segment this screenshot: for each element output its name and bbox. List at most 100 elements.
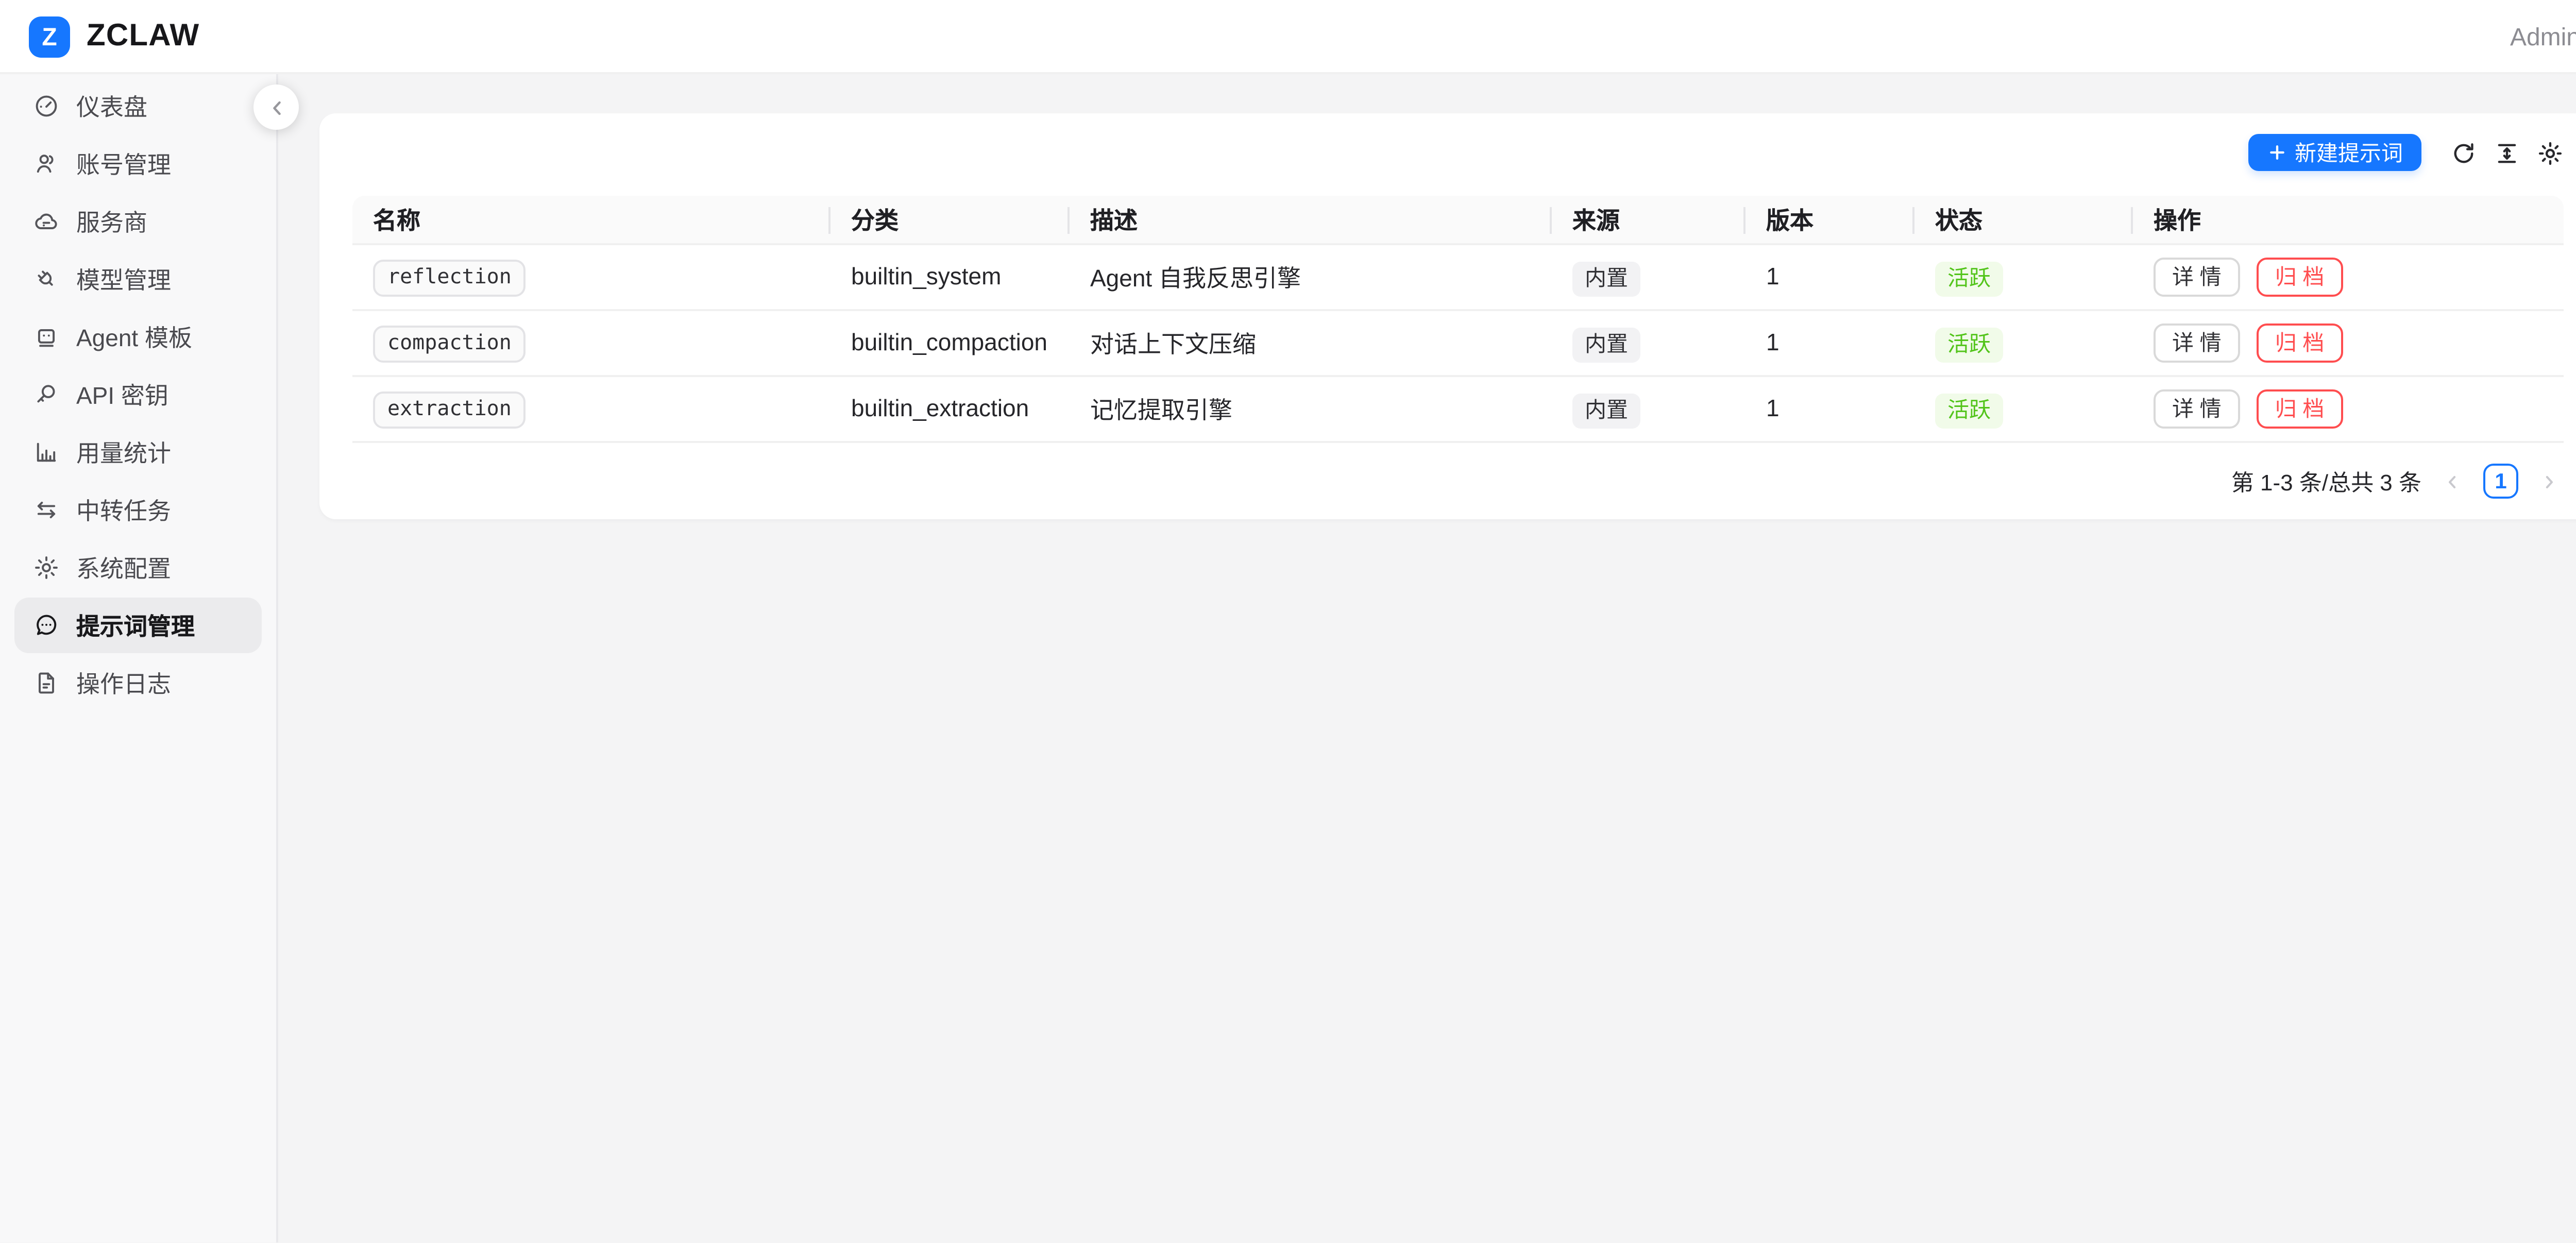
sidebar-item-label: 提示词管理: [76, 609, 195, 642]
sidebar-item-label: 服务商: [76, 205, 147, 238]
pagination-page-1[interactable]: 1: [2483, 464, 2518, 499]
sidebar-item-label: 账号管理: [76, 147, 171, 180]
table-header-row: 名称 分类 描述 来源 版本 状态 操作: [352, 196, 2564, 245]
prompt-table-card: 新建提示词: [319, 113, 2576, 519]
app: Z ZCLAW Admin 仪表盘 账号管理: [0, 0, 2576, 1243]
detail-button[interactable]: 详 情: [2154, 258, 2240, 297]
column-header-status: 状态: [1914, 196, 2133, 245]
sidebar-item-label: 系统配置: [76, 551, 171, 584]
sidebar-item-usage-stats[interactable]: 用量统计: [14, 424, 262, 480]
prompt-table: 名称 分类 描述 来源 版本 状态 操作 reflection builtin_: [352, 196, 2564, 443]
archive-button[interactable]: 归 档: [2257, 323, 2343, 363]
sidebar-item-system-config[interactable]: 系统配置: [14, 540, 262, 595]
column-header-source: 来源: [1552, 196, 1745, 245]
archive-button[interactable]: 归 档: [2257, 389, 2343, 429]
bot-icon: [33, 323, 60, 350]
sidebar-item-label: 操作日志: [76, 667, 171, 700]
prompt-description: 记忆提取引擎: [1070, 377, 1552, 443]
detail-button[interactable]: 详 情: [2154, 389, 2240, 429]
new-prompt-button-label: 新建提示词: [2295, 137, 2403, 168]
detail-button[interactable]: 详 情: [2154, 323, 2240, 363]
column-header-description: 描述: [1070, 196, 1552, 245]
sidebar-item-label: 仪表盘: [76, 90, 147, 123]
sidebar-collapse-button[interactable]: [253, 84, 299, 130]
table-row: extraction builtin_extraction 记忆提取引擎 内置 …: [352, 377, 2564, 443]
cloud-icon: [33, 208, 60, 235]
app-shell: 仪表盘 账号管理 服务商: [0, 74, 2576, 1243]
sidebar-item-operation-logs[interactable]: 操作日志: [14, 655, 262, 711]
prompt-version: 1: [1745, 377, 1914, 443]
column-header-actions: 操作: [2133, 196, 2564, 245]
column-height-icon[interactable]: [2494, 139, 2520, 166]
new-prompt-button[interactable]: 新建提示词: [2247, 134, 2421, 171]
table-row: compaction builtin_compaction 对话上下文压缩 内置…: [352, 311, 2564, 377]
pagination-summary: 第 1-3 条/总共 3 条: [2231, 465, 2421, 498]
sidebar: 仪表盘 账号管理 服务商: [0, 74, 278, 1243]
column-header-version: 版本: [1745, 196, 1914, 245]
table-toolbar: 新建提示词: [352, 134, 2564, 171]
bar-chart-icon: [33, 439, 60, 466]
sidebar-item-accounts[interactable]: 账号管理: [14, 136, 262, 192]
status-badge: 活跃: [1935, 393, 2003, 428]
brand-logo-letter: Z: [42, 22, 57, 50]
pagination-next-button[interactable]: [2535, 467, 2564, 496]
column-header-name: 名称: [352, 196, 831, 245]
sidebar-item-prompt-management[interactable]: 提示词管理: [14, 598, 262, 653]
table-row: reflection builtin_system Agent 自我反思引擎 内…: [352, 245, 2564, 311]
plug-icon: [33, 266, 60, 293]
prompt-category: builtin_compaction: [831, 311, 1070, 377]
prompt-description: 对话上下文压缩: [1070, 311, 1552, 377]
prompt-version: 1: [1745, 245, 1914, 311]
message-bubble-icon: [33, 612, 60, 639]
gear-icon: [33, 554, 60, 581]
chevron-left-icon: [265, 96, 287, 118]
row-actions: 详 情 归 档: [2154, 258, 2547, 297]
brand-logo: Z: [29, 15, 70, 57]
sidebar-item-relay-tasks[interactable]: 中转任务: [14, 482, 262, 538]
prompt-version: 1: [1745, 311, 1914, 377]
prompt-description: Agent 自我反思引擎: [1070, 245, 1552, 311]
pagination-prev-button[interactable]: [2438, 467, 2467, 496]
brand: Z ZCLAW: [29, 15, 199, 57]
sidebar-item-agent-templates[interactable]: Agent 模板: [14, 309, 262, 365]
sidebar-nav: 仪表盘 账号管理 服务商: [14, 78, 262, 711]
prompt-name-badge: reflection: [373, 260, 526, 297]
sidebar-item-models[interactable]: 模型管理: [14, 251, 262, 307]
sidebar-item-providers[interactable]: 服务商: [14, 194, 262, 249]
reload-icon[interactable]: [2450, 139, 2477, 166]
row-actions: 详 情 归 档: [2154, 389, 2547, 429]
sidebar-item-label: 用量统计: [76, 436, 171, 469]
archive-button[interactable]: 归 档: [2257, 258, 2343, 297]
sidebar-item-api-keys[interactable]: API 密钥: [14, 367, 262, 422]
sidebar-item-label: 模型管理: [76, 263, 171, 296]
users-icon: [33, 150, 60, 177]
prompt-category: builtin_system: [831, 245, 1070, 311]
swap-arrows-icon: [33, 497, 60, 523]
prompt-category: builtin_extraction: [831, 377, 1070, 443]
content: 新建提示词: [278, 74, 2576, 1243]
sidebar-item-label: 中转任务: [76, 493, 171, 526]
prompt-name-badge: extraction: [373, 391, 526, 429]
status-badge: 活跃: [1935, 327, 2003, 362]
source-tag: 内置: [1572, 327, 1640, 362]
chevron-right-icon: [2539, 471, 2560, 491]
source-tag: 内置: [1572, 393, 1640, 428]
column-header-category: 分类: [831, 196, 1070, 245]
sidebar-item-label: API 密钥: [76, 378, 168, 411]
user-menu[interactable]: Admin: [2510, 22, 2576, 50]
row-actions: 详 情 归 档: [2154, 323, 2547, 363]
app-header: Z ZCLAW Admin: [0, 0, 2576, 74]
prompt-name-badge: compaction: [373, 326, 526, 363]
sidebar-item-label: Agent 模板: [76, 320, 192, 353]
settings-gear-icon[interactable]: [2537, 139, 2564, 166]
file-text-icon: [33, 670, 60, 696]
chevron-left-icon: [2442, 471, 2463, 491]
sidebar-item-dashboard[interactable]: 仪表盘: [14, 78, 262, 134]
status-badge: 活跃: [1935, 261, 2003, 296]
pagination: 第 1-3 条/总共 3 条 1: [352, 464, 2564, 499]
gauge-icon: [33, 93, 60, 120]
plus-icon: [2266, 142, 2286, 163]
source-tag: 内置: [1572, 261, 1640, 296]
api-key-icon: [33, 381, 60, 408]
brand-name: ZCLAW: [87, 19, 199, 54]
